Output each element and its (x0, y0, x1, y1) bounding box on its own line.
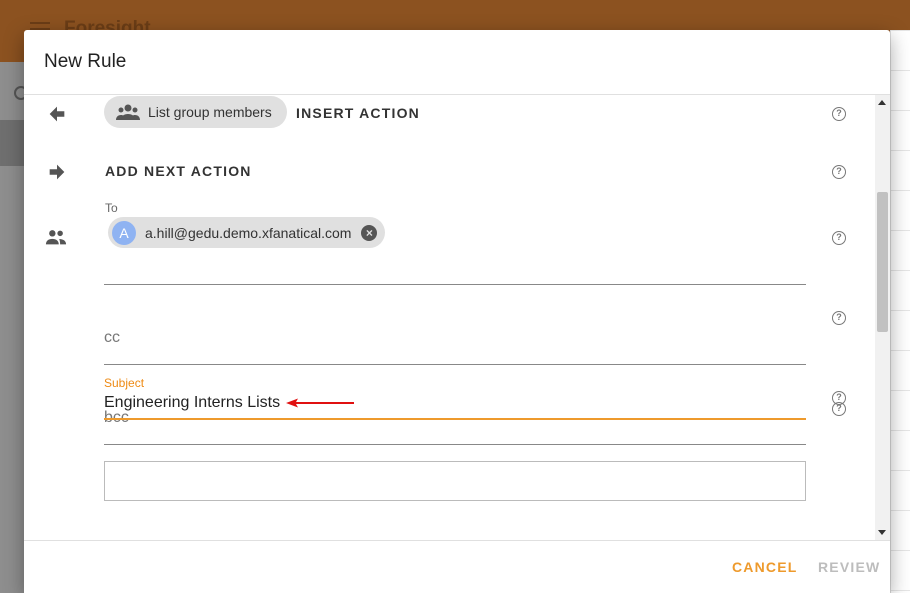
scroll-up-icon[interactable] (878, 100, 886, 105)
subject-section: Subject Engineering Interns Lists ? (24, 95, 890, 540)
background-canvas (890, 30, 910, 593)
scrollbar[interactable] (875, 95, 890, 540)
subject-field-underline (104, 418, 806, 420)
cancel-button[interactable]: CANCEL (732, 559, 798, 575)
dialog-title: New Rule (44, 51, 127, 72)
subject-label: Subject (104, 376, 145, 390)
scroll-thumb[interactable] (877, 192, 888, 332)
message-body-editor[interactable] (104, 461, 806, 501)
annotation-arrow (286, 398, 354, 408)
footer-divider (24, 540, 890, 541)
background-sidebar-selected (0, 120, 24, 166)
help-icon[interactable]: ? (832, 402, 846, 416)
scroll-down-icon[interactable] (878, 530, 886, 535)
subject-input[interactable]: Engineering Interns Lists (104, 394, 280, 412)
new-rule-dialog: New Rule List group members INSERT ACTIO… (24, 30, 890, 593)
review-button[interactable]: REVIEW (818, 559, 880, 575)
